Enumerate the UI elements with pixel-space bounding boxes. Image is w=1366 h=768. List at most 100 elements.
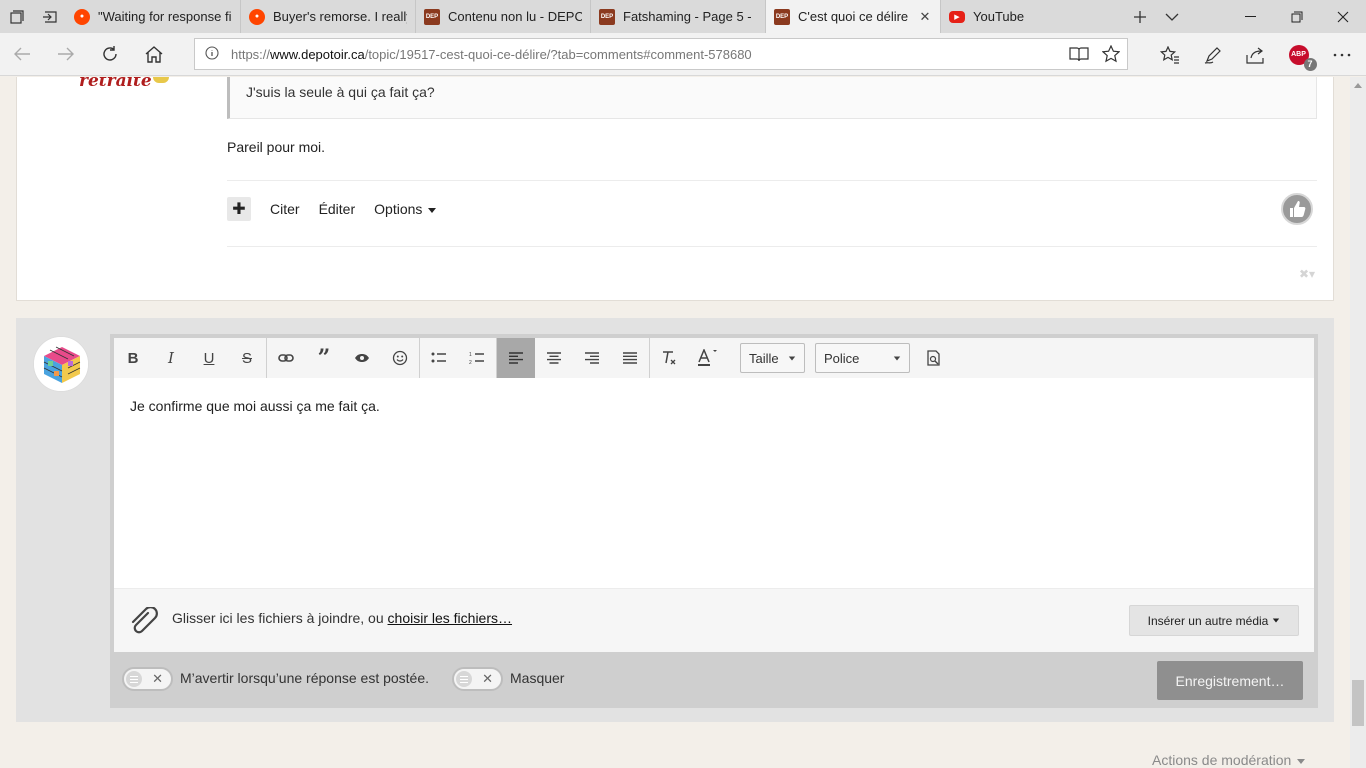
url-host: www.depotoir.ca (270, 46, 365, 62)
badge-decoration (153, 77, 169, 83)
reddit-icon: ● (249, 8, 265, 25)
depotoir-icon: DEP (599, 8, 615, 25)
text-color-button[interactable] (688, 338, 726, 378)
font-size-select[interactable]: Taille (740, 343, 805, 373)
font-family-select[interactable]: Police (815, 343, 910, 373)
restore-icon[interactable] (1274, 0, 1320, 33)
caret-down-icon (428, 207, 437, 213)
forward-icon[interactable] (44, 33, 88, 76)
comment-post: retraite J'suis la seule à qui ça fait ç… (16, 77, 1334, 301)
favorite-star-icon[interactable] (1095, 45, 1127, 63)
toggle-knob (126, 671, 142, 687)
attach-text: Glisser ici les fichiers à joindre, ou (172, 610, 388, 626)
choose-files-link[interactable]: choisir les fichiers… (388, 610, 512, 626)
new-tab-icon[interactable] (1124, 0, 1156, 33)
tab-title: Buyer's remorse. I really (273, 9, 407, 24)
tab-contenu-non-lu[interactable]: DEP Contenu non lu - DEPC (416, 0, 591, 33)
address-bar-icons (1063, 45, 1127, 63)
link-button[interactable] (267, 338, 305, 378)
italic-button[interactable]: I (152, 338, 190, 378)
scrollbar-thumb[interactable] (1352, 680, 1364, 726)
rich-text-editor: B I U S ” 12 Taille Police Je confirme q… (110, 334, 1318, 708)
hide-toggle[interactable]: ✕ (452, 667, 503, 691)
preview-icon[interactable] (915, 338, 953, 378)
tab-preview-chevron-icon[interactable] (1156, 0, 1188, 33)
notify-label: M’avertir lorsqu’une réponse est postée. (180, 670, 430, 686)
back-icon[interactable] (0, 33, 44, 76)
window-close-icon[interactable] (1320, 0, 1366, 33)
notes-pen-icon[interactable] (1191, 33, 1234, 76)
hide-label: Masquer (510, 670, 565, 686)
tab-title: Contenu non lu - DEPC (448, 9, 582, 24)
like-thumbs-up-icon[interactable] (1281, 193, 1313, 225)
toggle-off-x-icon: ✕ (482, 671, 493, 686)
youtube-icon: ▶ (949, 10, 965, 23)
notify-toggle[interactable]: ✕ (122, 667, 173, 691)
info-icon[interactable] (205, 45, 219, 63)
avatar (33, 336, 89, 392)
more-menu-icon[interactable] (1320, 33, 1363, 76)
share-icon[interactable] (1234, 33, 1277, 76)
tab-reddit-waiting[interactable]: ● "Waiting for response fi (66, 0, 241, 33)
tab-cest-quoi-ce-delire[interactable]: DEP C'est quoi ce délire ✕ (766, 0, 941, 33)
abp-count-badge: 7 (1303, 57, 1317, 71)
options-dropdown[interactable]: Options (374, 201, 437, 217)
quote-text: J'suis la seule à qui ça fait ça? (246, 84, 435, 100)
underline-button[interactable]: U (190, 338, 228, 378)
numbered-list-button[interactable]: 12 (458, 338, 496, 378)
editor-footer: ✕ M’avertir lorsqu’une réponse est posté… (114, 652, 1314, 708)
align-right-button[interactable] (573, 338, 611, 378)
abp-label: ABP (1291, 51, 1306, 58)
url-text: https://www.depotoir.ca/topic/19517-cest… (231, 47, 752, 62)
strikethrough-button[interactable]: S (228, 338, 266, 378)
align-left-button[interactable] (497, 338, 535, 378)
favorites-hub-icon[interactable] (1148, 33, 1191, 76)
adblock-plus-extension[interactable]: ABP 7 (1277, 33, 1320, 76)
tab-title: Fatshaming - Page 5 - (623, 9, 752, 24)
tab-fatshaming[interactable]: DEP Fatshaming - Page 5 - (591, 0, 766, 33)
minimize-icon[interactable] (1228, 0, 1274, 33)
emoji-button[interactable] (381, 338, 419, 378)
depotoir-icon: DEP (424, 8, 440, 25)
tab-actions-icon[interactable] (0, 0, 33, 33)
caret-down-icon (893, 356, 901, 360)
align-center-button[interactable] (535, 338, 573, 378)
refresh-icon[interactable] (88, 33, 132, 76)
tab-youtube[interactable]: ▶ YouTube (941, 0, 1116, 33)
bold-button[interactable]: B (114, 338, 152, 378)
bulleted-list-button[interactable] (420, 338, 458, 378)
navigation-bar: https://www.depotoir.ca/topic/19517-cest… (0, 33, 1366, 76)
reading-view-icon[interactable] (1063, 46, 1095, 62)
edit-button[interactable]: Éditer (319, 201, 356, 217)
close-icon[interactable]: ✕ (918, 9, 932, 25)
post-body-text: Pareil pour moi. (227, 139, 326, 155)
caret-down-icon (1273, 618, 1280, 623)
tab-reddit-buyers-remorse[interactable]: ● Buyer's remorse. I really (241, 0, 416, 33)
url-path: /topic/19517-cest-quoi-ce-délire/?tab=co… (364, 46, 752, 62)
justify-button[interactable] (611, 338, 649, 378)
quote-button[interactable]: Citer (270, 201, 300, 217)
insert-media-button[interactable]: Insérer un autre média (1129, 605, 1299, 636)
scroll-up-arrow-icon[interactable] (1354, 83, 1362, 88)
attachment-dropzone[interactable]: Glisser ici les fichiers à joindre, ou c… (114, 588, 1314, 652)
remove-format-button[interactable] (650, 338, 688, 378)
retraite-badge: retraite (79, 77, 152, 91)
options-label: Options (374, 201, 423, 217)
address-bar[interactable]: https://www.depotoir.ca/topic/19517-cest… (194, 38, 1128, 70)
set-aside-tabs-icon[interactable] (33, 0, 66, 33)
page-scrollbar[interactable] (1350, 77, 1366, 768)
editor-content-area[interactable]: Je confirme que moi aussi ça me fait ça. (114, 378, 1314, 588)
save-button[interactable]: Enregistrement… (1157, 661, 1303, 700)
multiquote-plus-button[interactable]: ✚ (227, 197, 251, 221)
spoiler-eye-button[interactable] (343, 338, 381, 378)
quote-insert-button[interactable]: ” (305, 338, 343, 378)
nav-right-icons: ABP 7 (1148, 33, 1363, 76)
moderation-x-icon[interactable]: ✖▾ (1299, 267, 1315, 281)
divider (227, 246, 1317, 247)
home-icon[interactable] (132, 33, 176, 76)
url-prefix: https:// (231, 46, 271, 62)
caret-down-icon (788, 356, 796, 360)
moderation-actions-dropdown[interactable]: Actions de modération (1152, 752, 1306, 768)
tab-bar: ● "Waiting for response fi ● Buyer's rem… (0, 0, 1366, 33)
editor-toolbar: B I U S ” 12 Taille Police (114, 338, 1314, 378)
